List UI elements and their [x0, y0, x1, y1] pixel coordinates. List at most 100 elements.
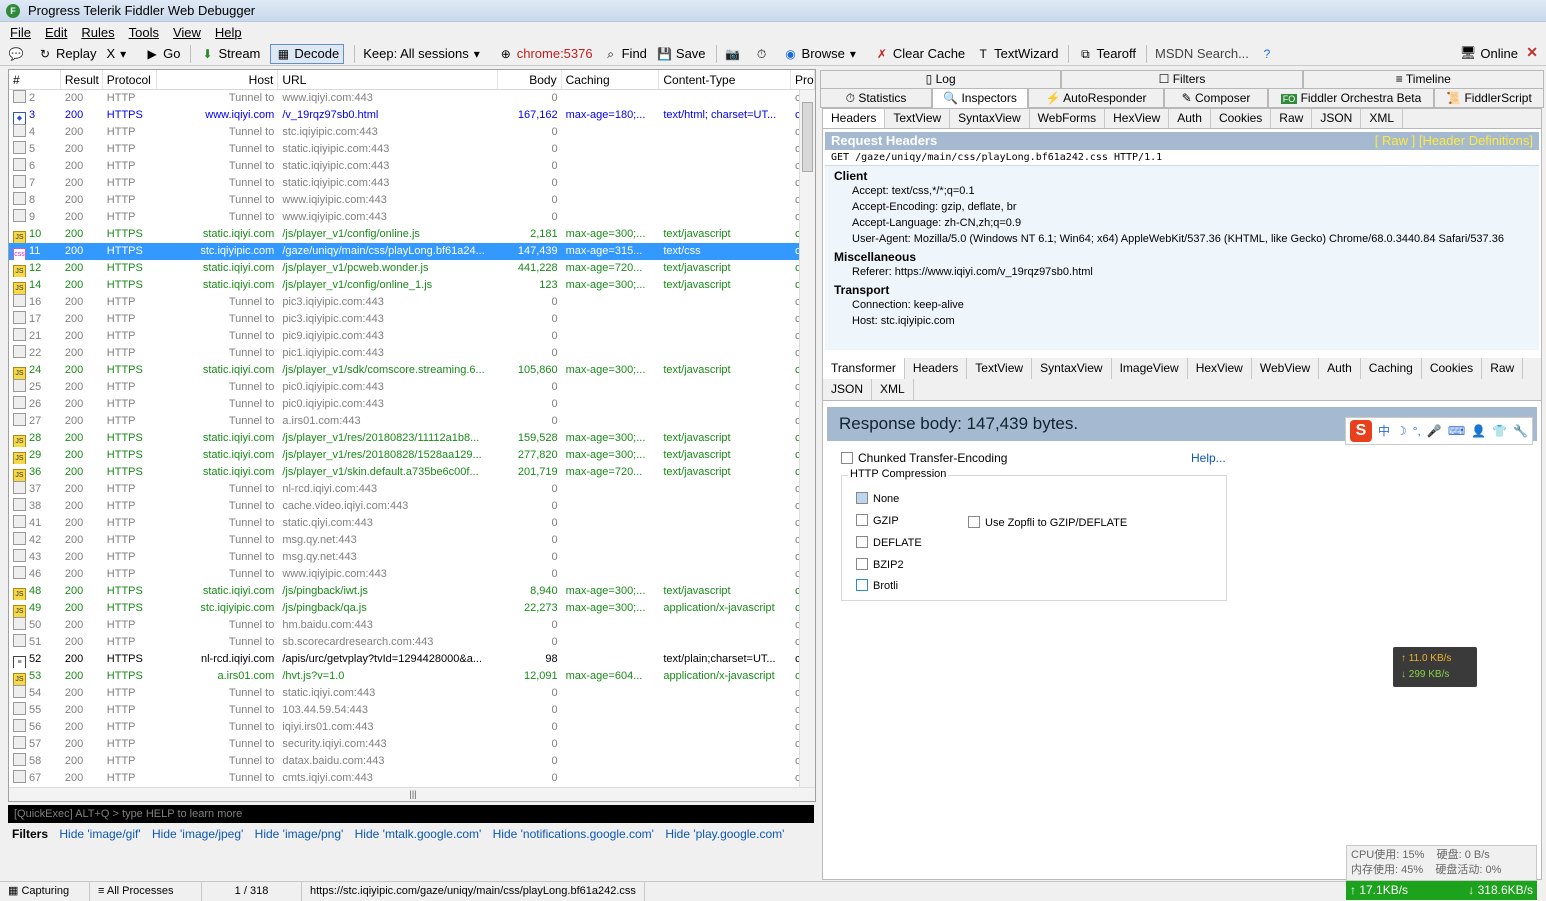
online-indicator[interactable]: 🖥 Online: [1460, 45, 1518, 61]
chunked-checkbox[interactable]: Chunked Transfer-Encoding: [841, 451, 1007, 465]
menu-help[interactable]: Help: [215, 25, 242, 40]
stream-button[interactable]: ⬇ Stream: [199, 46, 260, 62]
req-tab-xml[interactable]: XML: [1361, 109, 1404, 128]
table-row[interactable]: JS 28 200 HTTPS static.iqiyi.com/js/player_v…: [9, 430, 815, 447]
scroll-thumb[interactable]: [802, 102, 813, 172]
horizontal-scrollbar[interactable]: |||: [9, 787, 815, 801]
resp-tab-transformer[interactable]: Transformer: [823, 358, 905, 379]
filter-hide-play[interactable]: Hide 'play.google.com': [665, 827, 784, 841]
table-row[interactable]: 17 200 HTTP Tunnel to pic3.iqiyipic.com:443 0…: [9, 311, 815, 328]
table-row[interactable]: ≡ 52 200 HTTPS nl-rcd.iqiyi.com/apis/urc/get…: [9, 651, 815, 668]
table-row[interactable]: 21 200 HTTP Tunnel to pic9.iqiyipic.com:443 0…: [9, 328, 815, 345]
header-connection[interactable]: Connection: keep-alive: [825, 297, 1539, 313]
tab-filters[interactable]: ☐ Filters: [1061, 70, 1303, 88]
compression-gzip[interactable]: GZIP: [856, 514, 899, 527]
go-button[interactable]: ▶ Go: [144, 46, 181, 62]
menu-file[interactable]: File: [10, 25, 31, 40]
wrench-icon[interactable]: 🔧: [1513, 414, 1528, 448]
help-button[interactable]: ?: [1259, 46, 1278, 62]
decode-button[interactable]: ▦ Decode: [270, 43, 345, 64]
find-button[interactable]: ⌕ Find: [603, 46, 647, 62]
textwizard-button[interactable]: T TextWizard: [975, 46, 1059, 62]
col-process[interactable]: Pro: [791, 70, 815, 89]
compression-brotli[interactable]: Brotli: [856, 579, 898, 592]
quickexec-input[interactable]: [QuickExec] ALT+Q > type HELP to learn m…: [8, 805, 814, 823]
table-row[interactable]: 58200HTTPTunnel todatax.baidu.com:4430ch…: [9, 753, 815, 770]
screenshot-button[interactable]: 📷: [725, 46, 744, 62]
table-row[interactable]: ◆ 3 200 HTTPS www.iqiyi.com/v_19rqz97sb0.htm…: [9, 107, 815, 124]
tab-fiddlerscript[interactable]: 📜 FiddlerScript: [1434, 88, 1544, 108]
tab-timeline[interactable]: ≡ Timeline: [1302, 70, 1544, 88]
resp-tab-json[interactable]: JSON: [823, 379, 873, 400]
table-row[interactable]: 2200HTTPTunnel towww.iqiyi.com:4430chr: [9, 90, 815, 107]
table-row[interactable]: css 11 200 HTTPS stc.iqiyipic.com/gaze/uniqy…: [9, 243, 815, 260]
filter-hide-gif[interactable]: Hide 'image/gif': [59, 827, 140, 841]
resp-tab-headers[interactable]: Headers: [905, 358, 968, 379]
menu-rules[interactable]: Rules: [81, 25, 114, 40]
header-accept-language[interactable]: Accept-Language: zh-CN,zh;q=0.9: [825, 215, 1539, 231]
table-row[interactable]: 27200HTTPTunnel toa.irs01.com:4430chr: [9, 413, 815, 430]
req-tab-auth[interactable]: Auth: [1169, 109, 1211, 128]
header-referer[interactable]: Referer: https://www.iqiyi.com/v_19rqz97…: [825, 264, 1539, 280]
sessions-list[interactable]: # Result Protocol Host URL Body Caching …: [8, 69, 816, 802]
punctuation-icon[interactable]: °,: [1413, 414, 1421, 448]
tearoff-button[interactable]: ⧉ Tearoff: [1077, 46, 1136, 62]
comment-button[interactable]: 💬: [8, 46, 27, 62]
header-accept-encoding[interactable]: Accept-Encoding: gzip, deflate, br: [825, 199, 1539, 215]
chinese-mode-icon[interactable]: 中: [1378, 414, 1390, 448]
table-row[interactable]: JS 12 200 HTTPS static.iqiyi.com/js/player_v…: [9, 260, 815, 277]
filter-hide-mtalk[interactable]: Hide 'mtalk.google.com': [355, 827, 482, 841]
menu-tools[interactable]: Tools: [129, 25, 159, 40]
remove-button[interactable]: X ▾: [106, 46, 134, 62]
table-row[interactable]: 25 200 HTTP Tunnel to pic0.iqiyipic.com:443 0…: [9, 379, 815, 396]
resp-tab-hexview[interactable]: HexView: [1188, 358, 1252, 379]
filter-hide-jpeg[interactable]: Hide 'image/jpeg': [152, 827, 243, 841]
zopfli-checkbox[interactable]: Use Zopfli to GZIP/DEFLATE: [968, 516, 1127, 529]
resp-tab-syntaxview[interactable]: SyntaxView: [1032, 358, 1112, 379]
table-row[interactable]: 6 200 HTTP Tunnel to static.iqiyipic.com:443…: [9, 158, 815, 175]
capturing-toggle[interactable]: ▦ Capturing: [0, 881, 90, 901]
replay-button[interactable]: ↻ Replay: [37, 46, 97, 62]
table-row[interactable]: JS 29 200 HTTPS static.iqiyi.com/js/player_v…: [9, 447, 815, 464]
process-filter[interactable]: ≡ All Processes: [90, 881, 202, 901]
process-filter-button[interactable]: ⊕ chrome:5376: [498, 46, 593, 62]
speed-widget[interactable]: ↑ 11.0 KB/s ↓ 299 KB/s: [1393, 647, 1477, 687]
req-tab-headers[interactable]: Headers: [823, 109, 886, 128]
table-row[interactable]: 38 200 HTTP Tunnel to cache.video.iqiyi.com:…: [9, 498, 815, 515]
compression-bzip2[interactable]: BZIP2: [856, 558, 904, 571]
filter-hide-png[interactable]: Hide 'image/png': [255, 827, 344, 841]
tab-inspectors[interactable]: 🔍 Inspectors: [932, 88, 1028, 108]
msdn-search-input[interactable]: MSDN Search...: [1155, 46, 1249, 61]
table-row[interactable]: JS 14 200 HTTPS static.iqiyi.com/js/player_v…: [9, 277, 815, 294]
clear-cache-button[interactable]: ✗ Clear Cache: [874, 46, 965, 62]
help-link[interactable]: Help...: [1191, 451, 1226, 465]
resp-tab-webview[interactable]: WebView: [1252, 358, 1320, 379]
table-row[interactable]: JS 53 200 HTTPS a.irs01.com/hvt.js?v=1.0 12,0…: [9, 668, 815, 685]
menu-edit[interactable]: Edit: [45, 25, 67, 40]
resp-tab-auth[interactable]: Auth: [1319, 358, 1361, 379]
req-tab-webforms[interactable]: WebForms: [1030, 109, 1106, 128]
table-row[interactable]: JS 36 200 HTTPS static.iqiyi.com/js/player_v…: [9, 464, 815, 481]
table-row[interactable]: JS 48 200 HTTPS static.iqiyi.com/js/pingback…: [9, 583, 815, 600]
header-accept[interactable]: Accept: text/css,*/*;q=0.1: [825, 183, 1539, 199]
table-row[interactable]: 5 200 HTTP Tunnel to static.iqiyipic.com:443…: [9, 141, 815, 158]
col-body[interactable]: Body: [498, 70, 562, 89]
tab-autoresponder[interactable]: ⚡ AutoResponder: [1028, 88, 1164, 108]
req-tab-syntaxview[interactable]: SyntaxView: [950, 109, 1030, 128]
table-row[interactable]: 56200HTTPTunnel toiqiyi.irs01.com:4430ch…: [9, 719, 815, 736]
browse-button[interactable]: ◉ Browse ▾: [783, 46, 864, 62]
table-row[interactable]: 37200HTTPTunnel tonl-rcd.iqiyi.com:4430c…: [9, 481, 815, 498]
col-url[interactable]: URL: [278, 70, 498, 89]
keyboard-icon[interactable]: ⌨: [1448, 414, 1465, 448]
col-protocol[interactable]: Protocol: [103, 70, 157, 89]
shirt-icon[interactable]: 👕: [1492, 414, 1507, 448]
table-row[interactable]: 4200HTTPTunnel tostc.iqiyipic.com:4430ch…: [9, 124, 815, 141]
table-row[interactable]: JS 49 200 HTTPS stc.iqiyipic.com/js/pingback…: [9, 600, 815, 617]
resp-tab-textview[interactable]: TextView: [967, 358, 1033, 379]
req-tab-json[interactable]: JSON: [1312, 109, 1362, 128]
req-tab-textview[interactable]: TextView: [885, 109, 951, 128]
close-icon[interactable]: ✕: [1526, 44, 1538, 61]
resp-tab-cookies[interactable]: Cookies: [1422, 358, 1483, 379]
compression-none[interactable]: None: [856, 492, 899, 505]
table-row[interactable]: JS 24 200 HTTPS static.iqiyi.com/js/player_v…: [9, 362, 815, 379]
